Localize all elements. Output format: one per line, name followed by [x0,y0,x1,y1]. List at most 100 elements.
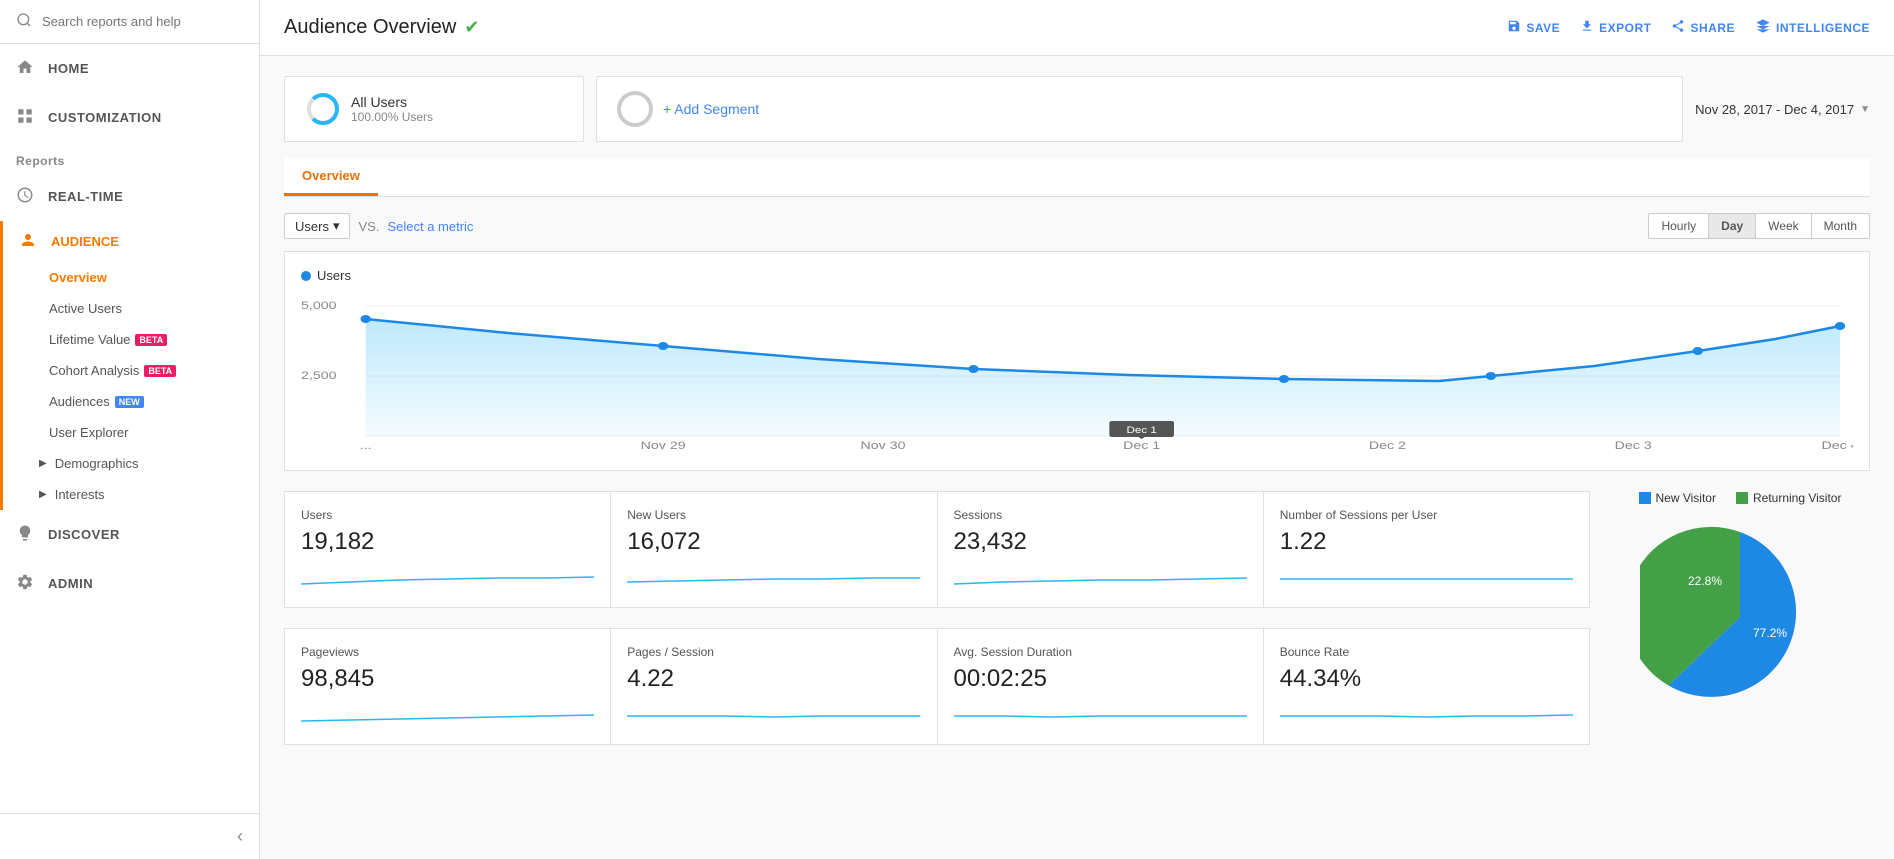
sidebar-item-demographics[interactable]: ▶ Demographics [3,448,259,479]
pie-legend-new-visitor: New Visitor [1639,491,1716,505]
expand-icon-demographics: ▶ [39,458,47,469]
sidebar-item-customization[interactable]: CUSTOMIZATION [0,93,259,142]
audiences-label: Audiences [49,394,110,409]
sidebar-item-admin[interactable]: ADMIN [0,559,259,608]
expand-icon-interests: ▶ [39,489,47,500]
add-segment-ring [617,91,653,127]
sidebar-item-overview[interactable]: Overview [3,262,259,293]
time-btn-week[interactable]: Week [1756,213,1811,239]
metric-name-users: Users [301,508,594,522]
pie-legend-returning-visitor: Returning Visitor [1736,491,1842,505]
share-icon [1671,19,1685,36]
metric-value-pageviews: 98,845 [301,665,594,693]
share-button[interactable]: SHARE [1671,19,1735,36]
page-title-area: Audience Overview ✔ [284,16,479,39]
metric-value-sessions-per-user: 1.22 [1280,528,1573,556]
save-label: SAVE [1526,21,1560,35]
intelligence-icon [1755,18,1771,37]
tab-overview-label: Overview [302,168,360,183]
audience-label-text: AUDIENCE [51,234,119,249]
sidebar-item-home[interactable]: HOME [0,44,259,93]
time-btn-month[interactable]: Month [1812,213,1870,239]
customization-icon [16,107,34,128]
save-button[interactable]: SAVE [1507,19,1560,36]
all-users-segment: All Users 100.00% Users [284,76,584,142]
date-range-selector[interactable]: Nov 28, 2017 - Dec 4, 2017 ▼ [1695,102,1870,117]
sidebar-item-discover[interactable]: DISCOVER [0,510,259,559]
date-range-text: Nov 28, 2017 - Dec 4, 2017 [1695,102,1854,117]
sidebar-item-user-explorer[interactable]: User Explorer [3,417,259,448]
metric-card-users: Users 19,182 [285,492,610,607]
metric-card-bounce-rate: Bounce Rate 44.34% [1264,629,1589,744]
svg-text:Dec 1: Dec 1 [1126,426,1157,436]
segment-info: All Users 100.00% Users [351,94,433,124]
export-button[interactable]: EXPORT [1580,19,1651,36]
reports-section-label: Reports [0,142,259,172]
chart-container: Users 5,000 2,500 [284,251,1870,471]
chart-controls: Users ▾ VS. Select a metric Hourly Day W… [284,213,1870,239]
returning-visitor-legend-label: Returning Visitor [1753,491,1842,505]
tab-overview[interactable]: Overview [284,158,378,196]
vs-label: VS. [358,219,379,234]
share-label: SHARE [1690,21,1735,35]
metric-name-bounce-rate: Bounce Rate [1280,645,1573,659]
svg-text:Dec 1: Dec 1 [1123,439,1160,451]
verified-icon: ✔ [464,17,479,38]
svg-text:...: ... [360,439,372,451]
interests-label: Interests [55,487,105,502]
collapse-icon: ‹ [237,826,243,846]
metric-name-avg-session: Avg. Session Duration [954,645,1247,659]
sidebar-item-cohort-analysis[interactable]: Cohort Analysis BETA [3,355,259,386]
svg-text:Dec 4: Dec 4 [1822,439,1853,451]
sidebar-collapse-button[interactable]: ‹ [0,813,259,859]
header-actions: SAVE EXPORT SHARE INTELLIGENCE [1507,18,1870,37]
svg-text:Nov 30: Nov 30 [860,439,905,451]
sidebar-item-interests[interactable]: ▶ Interests [3,479,259,510]
pie-chart-svg: 77.2% 22.8% [1640,517,1840,717]
beta-badge-cohort: BETA [144,365,176,377]
active-users-label: Active Users [49,301,122,316]
sidebar-item-active-users[interactable]: Active Users [3,293,259,324]
svg-text:2,500: 2,500 [301,369,337,382]
sparkline-sessions-per-user [1280,564,1573,594]
save-icon [1507,19,1521,36]
metric-name-new-users: New Users [627,508,920,522]
time-btn-day[interactable]: Day [1709,213,1756,239]
new-visitor-legend-label: New Visitor [1656,491,1716,505]
pie-chart-area: New Visitor Returning Visitor 77.2% 22 [1610,491,1870,717]
metric-dropdown[interactable]: Users ▾ [284,213,350,239]
sidebar-item-lifetime-value[interactable]: Lifetime Value BETA [3,324,259,355]
metric-dropdown-label: Users [295,219,329,234]
svg-text:5,000: 5,000 [301,299,337,312]
metric-name-sessions-per-user: Number of Sessions per User [1280,508,1573,522]
metrics-grid-top: Users 19,182 New Users 16,072 [284,491,1590,608]
sidebar-customization-label: CUSTOMIZATION [48,110,162,125]
export-label: EXPORT [1599,21,1651,35]
audience-submenu: Overview Active Users Lifetime Value BET… [3,262,259,510]
search-input[interactable] [42,14,243,29]
metrics-section: Users 19,182 New Users 16,072 [284,491,1590,745]
metric-card-pageviews: Pageviews 98,845 [285,629,610,744]
metrics-grid-bottom: Pageviews 98,845 Pages / Session 4.22 [284,628,1590,745]
sidebar-item-realtime[interactable]: REAL-TIME [0,172,259,221]
export-icon [1580,19,1594,36]
intelligence-label: INTELLIGENCE [1776,21,1870,35]
search-bar[interactable] [0,0,259,44]
user-explorer-label: User Explorer [49,425,128,440]
search-icon [16,12,32,31]
intelligence-button[interactable]: INTELLIGENCE [1755,18,1870,37]
page-header: Audience Overview ✔ SAVE EXPORT SHARE [260,0,1894,56]
sidebar-item-audience[interactable]: AUDIENCE [3,221,259,262]
sparkline-avg-session [954,701,1247,731]
legend-dot [301,271,311,281]
bottom-section: Users 19,182 New Users 16,072 [284,491,1870,745]
metric-selector: Users ▾ VS. Select a metric [284,213,473,239]
beta-badge-lifetime: BETA [135,334,167,346]
time-btn-hourly[interactable]: Hourly [1648,213,1709,239]
new-visitor-color-swatch [1639,492,1651,504]
select-metric-link[interactable]: Select a metric [387,219,473,234]
metric-value-avg-session: 00:02:25 [954,665,1247,693]
home-icon [16,58,34,79]
add-segment-button[interactable]: + Add Segment [596,76,1683,142]
sidebar-item-audiences[interactable]: Audiences NEW [3,386,259,417]
